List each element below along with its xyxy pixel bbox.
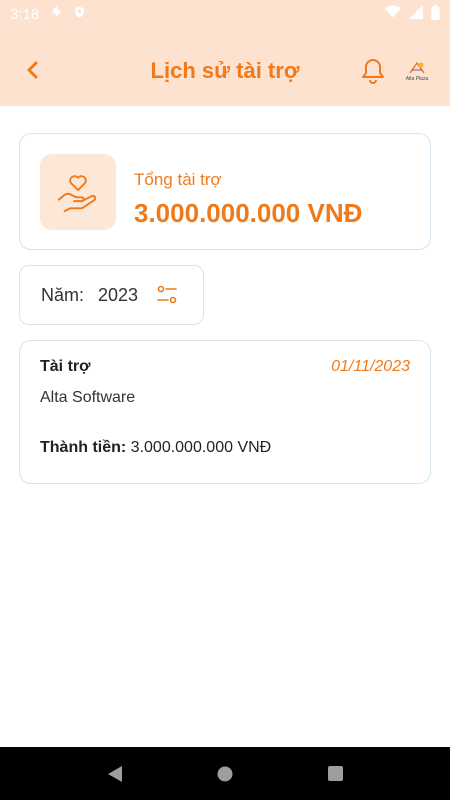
record-type: Tài trợ <box>40 358 91 375</box>
year-value: 2023 <box>98 284 139 305</box>
year-filter[interactable]: Năm: 2023 <box>19 265 204 325</box>
record-amount: Thành tiền: 3.000.000.000 VNĐ <box>40 439 271 457</box>
signal-icon <box>409 5 423 23</box>
shield-icon <box>73 5 86 23</box>
filter-icon[interactable] <box>156 284 178 306</box>
nav-home-icon <box>217 766 233 781</box>
sponsorship-record-card[interactable]: Tài trợ 01/11/2023 Alta Software Thành t… <box>19 340 431 484</box>
settings-icon <box>49 5 63 23</box>
status-time: 3:18 <box>10 5 40 23</box>
wifi-icon <box>385 5 401 23</box>
sponsorship-icon-box <box>40 154 116 230</box>
logo-icon <box>409 61 425 73</box>
bell-icon <box>362 59 384 84</box>
total-sponsorship-card: Tổng tài trợ 3.000.000.000 VNĐ <box>19 133 431 250</box>
record-date: 01/11/2023 <box>331 358 410 375</box>
nav-recents-icon <box>327 766 343 781</box>
nav-back-button[interactable] <box>95 754 135 794</box>
app-header: Lịch sử tài trợ Alta Plaza <box>0 28 450 106</box>
heart-hand-icon <box>57 175 97 213</box>
total-label: Tổng tài trợ <box>134 170 222 189</box>
status-bar: 3:18 <box>0 0 450 28</box>
nav-home-button[interactable] <box>205 754 245 794</box>
nav-recents-button[interactable] <box>315 754 355 794</box>
logo-text: Alta Plaza <box>405 75 429 82</box>
battery-icon <box>431 4 440 24</box>
record-amount-value: 3.000.000.000 VNĐ <box>130 439 272 456</box>
total-value: 3.000.000.000 VNĐ <box>134 198 363 228</box>
year-label: Năm: <box>41 284 85 305</box>
brand-logo: Alta Plaza <box>402 56 432 86</box>
record-sponsor: Alta Software <box>40 389 136 406</box>
notification-button[interactable] <box>358 56 388 86</box>
nav-back-icon <box>108 765 122 782</box>
record-amount-label: Thành tiền: <box>40 439 127 456</box>
system-nav-bar <box>0 747 450 800</box>
